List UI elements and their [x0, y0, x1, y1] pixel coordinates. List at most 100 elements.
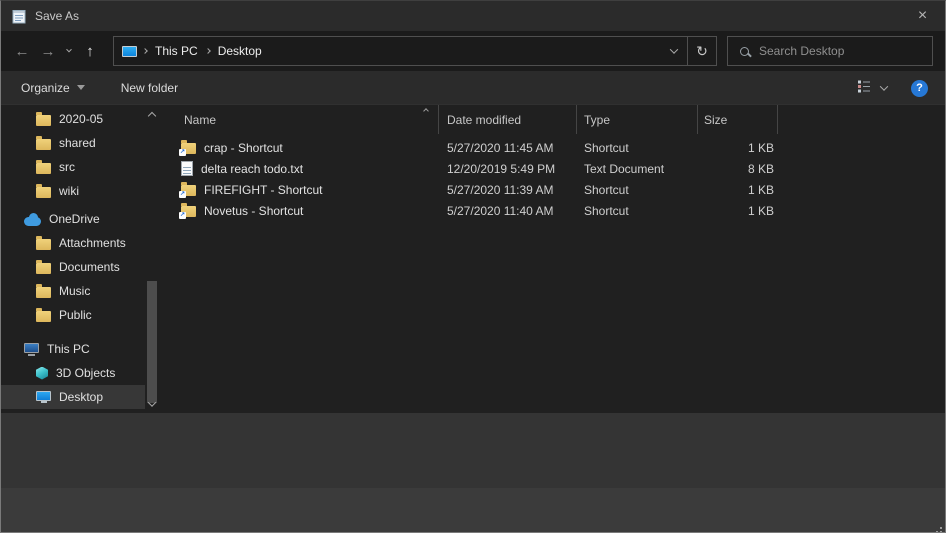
sort-ascending-icon [423, 108, 429, 114]
organize-label: Organize [21, 81, 70, 95]
column-label: Size [704, 113, 727, 127]
cube-icon [36, 367, 48, 380]
sidebar-item-2020-05[interactable]: 2020-05 [1, 107, 145, 131]
sidebar-item-onedrive[interactable]: OneDrive [1, 207, 145, 231]
sidebar-item-attachments[interactable]: Attachments [1, 231, 145, 255]
address-dropdown-icon[interactable] [670, 45, 678, 53]
column-header-name[interactable]: Name [161, 105, 439, 134]
search-icon [740, 47, 749, 56]
sidebar-item-public[interactable]: Public [1, 303, 145, 327]
breadcrumb-separator-icon [205, 48, 211, 54]
date-modified-cell: 5/27/2020 11:40 AM [439, 204, 577, 218]
sidebar-item-desktop[interactable]: Desktop [1, 385, 145, 409]
command-toolbar: Organize New folder [1, 71, 945, 105]
sidebar-item-shared[interactable]: shared [1, 131, 145, 155]
notepad-icon [11, 8, 27, 24]
refresh-button[interactable]: ↻ [687, 36, 717, 66]
type-cell: Shortcut [577, 183, 698, 197]
column-header-size[interactable]: Size [698, 105, 778, 134]
views-dropdown-icon[interactable] [880, 82, 888, 90]
file-name-cell: delta reach todo.txt [161, 161, 439, 176]
sidebar-item-music[interactable]: Music [1, 279, 145, 303]
sidebar-item-3d-objects[interactable]: 3D Objects [1, 361, 145, 385]
text-doc-icon [181, 161, 193, 176]
column-label: Type [584, 113, 610, 127]
folder-icon [36, 239, 51, 250]
sidebar-item-label: Documents [59, 260, 120, 274]
navigation-bar: ← → ↑ This PC Desktop ↻ Search Desktop [1, 31, 945, 71]
sidebar-item-label: Attachments [59, 236, 126, 250]
back-icon: ← [15, 43, 30, 60]
breadcrumb-this-pc[interactable]: This PC [153, 44, 200, 58]
pc-icon [24, 343, 39, 353]
save-as-dialog: Save As × ← → ↑ This PC Desktop ↻ [0, 0, 946, 533]
sidebar-item-label: Music [59, 284, 90, 298]
file-row[interactable]: FIREFIGHT - Shortcut 5/27/2020 11:39 AMSh… [161, 179, 945, 200]
folder-icon [36, 287, 51, 298]
date-modified-cell: 5/27/2020 11:45 AM [439, 141, 577, 155]
file-name-cell: crap - Shortcut [161, 141, 439, 155]
sidebar-item-label: Public [59, 308, 92, 322]
address-bar[interactable]: This PC Desktop [113, 36, 688, 66]
type-cell: Shortcut [577, 141, 698, 155]
filename-panel: File name: Save as type: Text Documents … [1, 413, 945, 488]
dropdown-arrow-icon [77, 85, 85, 90]
folder-icon [36, 187, 51, 198]
file-name-cell: Novetus - Shortcut [161, 204, 439, 218]
sidebar-item-label: This PC [47, 342, 90, 356]
back-button[interactable]: ← [9, 36, 35, 66]
file-name: FIREFIGHT - Shortcut [204, 183, 322, 197]
folder-shortcut-icon [181, 143, 196, 154]
window-title: Save As [35, 9, 79, 23]
file-rows: crap - Shortcut5/27/2020 11:45 AMShortcu… [161, 134, 945, 221]
date-modified-cell: 5/27/2020 11:39 AM [439, 183, 577, 197]
size-cell: 8 KB [698, 162, 778, 176]
column-header-date-modified[interactable]: Date modified [439, 105, 577, 134]
sidebar-item-this-pc[interactable]: This PC [1, 337, 145, 361]
cloud-icon [24, 217, 41, 226]
help-icon: ? [916, 82, 923, 94]
column-label: Date modified [447, 113, 521, 127]
change-view-button[interactable] [856, 79, 872, 98]
scroll-up-icon[interactable] [148, 112, 156, 120]
sidebar-item-label: 2020-05 [59, 112, 103, 126]
column-header-type[interactable]: Type [577, 105, 698, 134]
chevron-down-icon [66, 47, 72, 53]
up-button[interactable]: ↑ [77, 36, 103, 66]
sidebar-item-label: wiki [59, 184, 79, 198]
column-headers: Name Date modified Type Size [161, 105, 945, 134]
help-button[interactable]: ? [911, 80, 928, 97]
resize-grip[interactable] [940, 527, 942, 529]
sidebar-item-label: OneDrive [49, 212, 100, 226]
sidebar-item-documents[interactable]: Documents [1, 255, 145, 279]
size-cell: 1 KB [698, 204, 778, 218]
file-row[interactable]: crap - Shortcut 5/27/2020 11:45 AMShortcu… [161, 137, 945, 158]
date-modified-cell: 12/20/2019 5:49 PM [439, 162, 577, 176]
new-folder-button[interactable]: New folder [113, 71, 186, 104]
navigation-pane: 2020-05 shared src wiki OneDrive Attachments D… [1, 105, 161, 413]
sidebar-item-wiki[interactable]: wiki [1, 179, 145, 203]
scrollbar-thumb[interactable] [147, 281, 157, 403]
file-row[interactable]: Novetus - Shortcut5/27/2020 11:40 AMShor… [161, 200, 945, 221]
title-bar: Save As × [1, 1, 945, 31]
search-input[interactable]: Search Desktop [727, 36, 933, 66]
file-row[interactable]: delta reach todo.txt12/20/2019 5:49 PMTe… [161, 158, 945, 179]
recent-locations-button[interactable] [61, 36, 77, 66]
sidebar-item-src[interactable]: src [1, 155, 145, 179]
sidebar-list: 2020-05 shared src wiki OneDrive Attachments D… [1, 105, 161, 413]
this-pc-icon [122, 46, 137, 57]
sidebar-item-label: shared [59, 136, 96, 150]
forward-icon: → [41, 43, 56, 60]
breadcrumb-separator-icon [142, 48, 148, 54]
close-button[interactable]: × [900, 1, 945, 31]
file-name-cell: FIREFIGHT - Shortcut [161, 183, 439, 197]
sidebar-scrollbar[interactable] [146, 105, 159, 413]
forward-button[interactable]: → [35, 36, 61, 66]
toolbar-right-group: ? [856, 71, 928, 105]
file-name: crap - Shortcut [204, 141, 283, 155]
search-placeholder: Search Desktop [759, 44, 844, 58]
close-icon: × [918, 7, 927, 25]
size-cell: 1 KB [698, 141, 778, 155]
breadcrumb-desktop[interactable]: Desktop [216, 44, 264, 58]
organize-button[interactable]: Organize [13, 71, 93, 104]
